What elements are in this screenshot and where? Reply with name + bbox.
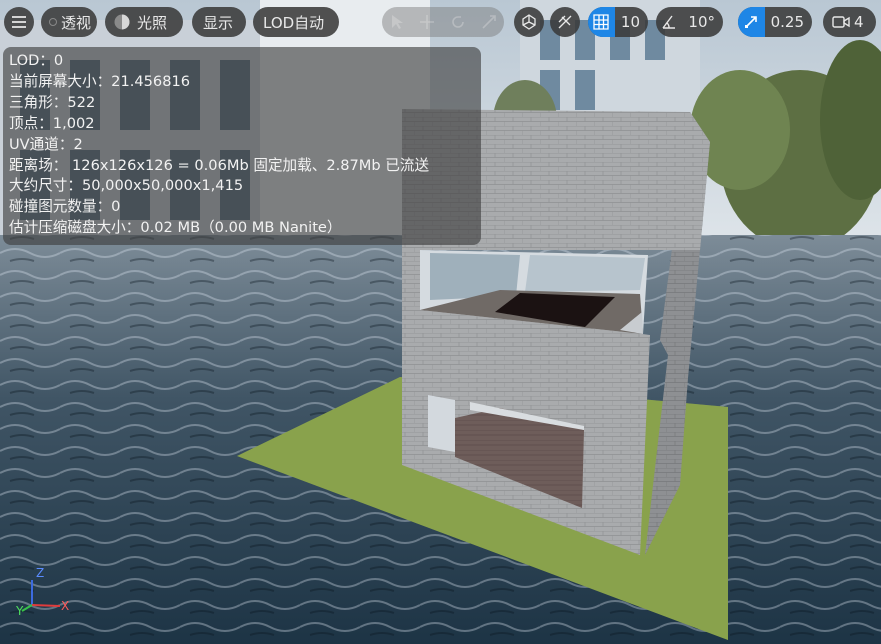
stats-panel: LOD：0 当前屏幕大小：21.456816 三角形：522 顶点：1,002 … xyxy=(3,47,481,245)
grid-icon xyxy=(593,14,610,30)
stat-approx-size: 大约尺寸：50,000x50,000x1,415 xyxy=(9,177,244,195)
surface-snapping-button[interactable] xyxy=(550,7,580,37)
stat-screen-size: 当前屏幕大小：21.456816 xyxy=(9,72,191,90)
lod-button[interactable]: LOD自动 xyxy=(253,7,339,37)
surface-snap-icon xyxy=(558,15,572,29)
show-button[interactable]: 显示 xyxy=(192,7,246,37)
angle-icon xyxy=(662,15,676,29)
perspective-button[interactable]: 透视 xyxy=(41,7,97,37)
world-local-toggle[interactable] xyxy=(514,7,544,37)
angle-snap-control[interactable]: 10° xyxy=(656,7,723,37)
stat-triangles: 三角形：522 xyxy=(9,93,96,111)
menu-button[interactable] xyxy=(4,7,34,37)
stat-collision-primitives: 碰撞图元数量：0 xyxy=(9,198,121,216)
perspective-label: 透视 xyxy=(61,13,92,32)
lod-label: LOD自动 xyxy=(263,13,325,32)
lighting-icon xyxy=(114,14,130,30)
transform-tools-group xyxy=(382,7,504,37)
angle-snap-value[interactable]: 10° xyxy=(682,13,723,31)
stat-uv-channels: UV通道：2 xyxy=(9,135,83,153)
camera-speed-value: 4 xyxy=(854,13,864,31)
stat-lod: LOD：0 xyxy=(9,52,64,69)
stat-disk-size: 估计压缩磁盘大小：0.02 MB（0.00 MB Nanite） xyxy=(9,219,342,237)
lighting-label: 光照 xyxy=(137,13,168,32)
scale-snap-value[interactable]: 0.25 xyxy=(765,13,812,31)
hamburger-menu-icon xyxy=(12,16,26,28)
move-icon[interactable] xyxy=(419,14,435,30)
grid-snap-control[interactable]: 10 xyxy=(588,7,648,37)
viewport[interactable]: Z X Y LOD：0 当前屏幕大小：21.456816 三角形：522 顶点：… xyxy=(0,0,881,644)
scale-snap-icon xyxy=(745,16,758,28)
scale-icon[interactable] xyxy=(481,14,497,30)
grid-snap-value[interactable]: 10 xyxy=(615,13,648,31)
camera-icon xyxy=(832,16,850,28)
axis-label-y: Y xyxy=(16,604,24,618)
rotate-icon[interactable] xyxy=(450,14,466,30)
stat-vertices: 顶点：1,002 xyxy=(9,114,95,132)
grid-snap-toggle[interactable] xyxy=(588,7,615,37)
globe-axes-icon xyxy=(522,14,536,30)
axis-label-z: Z xyxy=(36,566,45,580)
perspective-icon xyxy=(49,18,57,26)
show-label: 显示 xyxy=(203,13,234,32)
scale-snap-toggle[interactable] xyxy=(738,7,765,37)
scale-snap-control[interactable]: 0.25 xyxy=(738,7,812,37)
lighting-button[interactable]: 光照 xyxy=(105,7,183,37)
axis-label-x: X xyxy=(61,599,70,613)
camera-speed-button[interactable]: 4 xyxy=(823,7,876,37)
angle-snap-toggle[interactable] xyxy=(656,7,682,37)
stat-distance-field: 距离场： 126x126x126 = 0.06Mb 固定加载、2.87Mb 已流… xyxy=(9,156,430,174)
select-arrow-icon[interactable] xyxy=(390,14,404,30)
